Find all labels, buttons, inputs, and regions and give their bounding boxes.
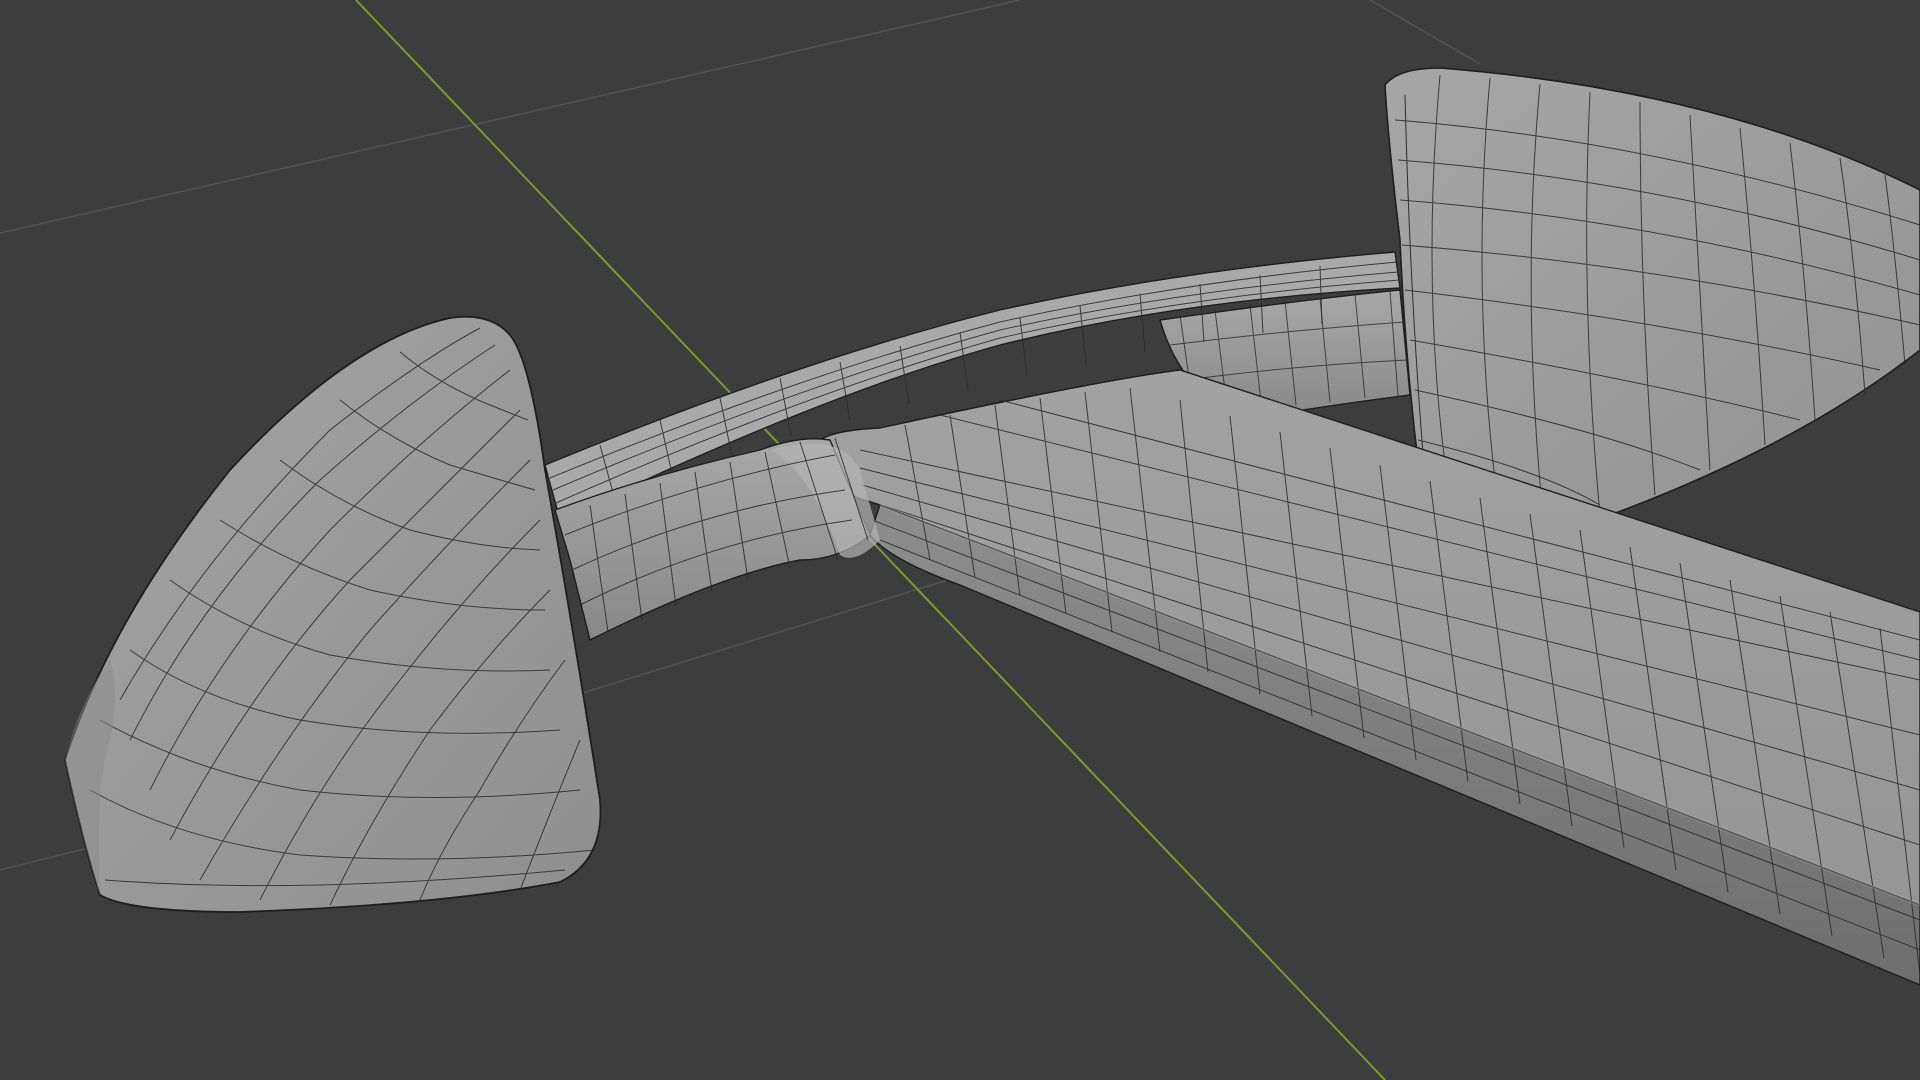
anchor-shank [819, 369, 1920, 986]
left-fluke [64, 315, 602, 913]
viewport-canvas[interactable] [0, 0, 1920, 1080]
3d-viewport[interactable] [0, 0, 1920, 1080]
grid-line [0, 0, 1021, 234]
grid-line [1369, 0, 1481, 65]
